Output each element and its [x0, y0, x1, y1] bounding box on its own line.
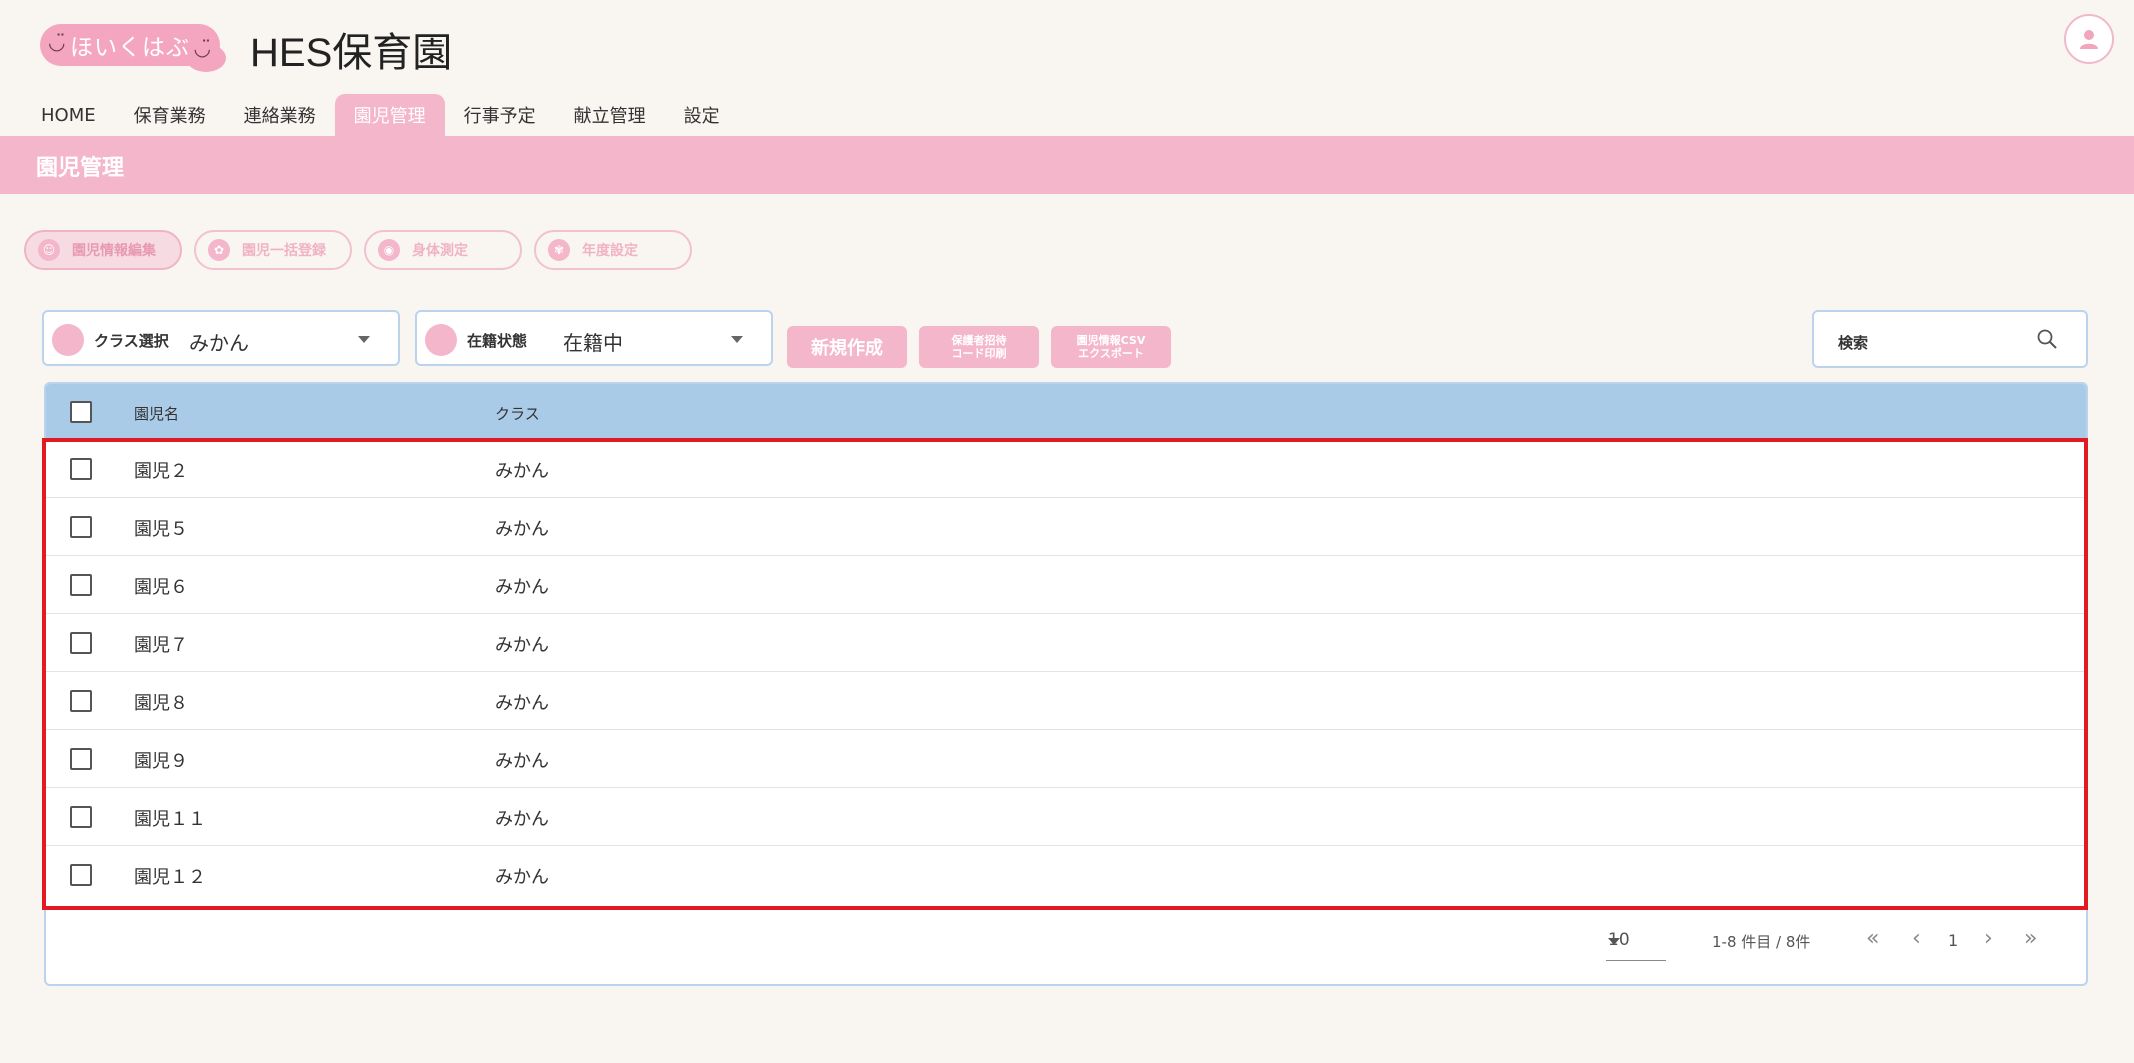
class-cell: みかん [495, 635, 549, 656]
row-checkbox[interactable] [70, 516, 92, 538]
rows-per-page-select[interactable]: 10 [1606, 926, 1666, 961]
chevron-down-icon [358, 336, 370, 343]
child-name-cell[interactable]: 園児１２ [134, 863, 206, 889]
row-checkbox[interactable] [70, 690, 92, 712]
table-header: 園児名 クラス [46, 384, 2086, 440]
child-name-cell[interactable]: 園児１１ [134, 805, 206, 831]
class-cell: みかん [495, 751, 549, 772]
search-field[interactable]: 検索 [1812, 310, 2088, 368]
table-row[interactable]: 園児７ みかん [46, 614, 2086, 672]
prev-page-icon[interactable]: ‹ [1912, 926, 1921, 951]
child-name-cell[interactable]: 園児５ [134, 515, 188, 541]
status-select-value: 在籍中 [563, 331, 623, 355]
enrollment-status-select[interactable]: 在籍状態 在籍中 [415, 310, 773, 366]
child-name-cell[interactable]: 園児７ [134, 631, 188, 657]
class-cell: みかん [495, 577, 549, 598]
page-title-bar: 園児管理 [0, 136, 2134, 194]
logo-text: ほいくはぶ [70, 35, 190, 61]
smile-icon: ◡̈ [193, 36, 212, 60]
subtab-year-settings[interactable]: ✾ 年度設定 [534, 230, 692, 270]
app-header: ◡̈ ほいくはぶ ◡̈ HES保育園 [0, 0, 2134, 96]
tab-menu[interactable]: 献立管理 [555, 94, 665, 136]
tab-contact[interactable]: 連絡業務 [225, 94, 335, 136]
row-checkbox[interactable] [70, 864, 92, 886]
group-icon: ✿ [208, 239, 230, 261]
site-title: HES保育園 [250, 31, 453, 75]
page-title: 園児管理 [36, 156, 125, 181]
class-cell: みかん [495, 693, 549, 714]
search-icon [2037, 329, 2057, 349]
select-all-checkbox[interactable] [70, 401, 92, 423]
column-header-name: 園児名 [134, 405, 180, 423]
child-name-cell[interactable]: 園児２ [134, 457, 188, 483]
child-name-cell[interactable]: 園児９ [134, 747, 188, 773]
table-row[interactable]: 園児２ みかん [46, 440, 2086, 498]
logo[interactable]: ◡̈ ほいくはぶ ◡̈ [40, 24, 226, 72]
tab-child-management[interactable]: 園児管理 [334, 94, 445, 136]
subtab-body-measurement[interactable]: ◉ 身体測定 [364, 230, 522, 270]
subtab-label: 身体測定 [412, 243, 468, 259]
current-page: 1 [1948, 931, 1959, 950]
class-cell: みかん [495, 867, 549, 888]
child-face-icon: ☺ [38, 239, 60, 261]
tab-settings[interactable]: 設定 [665, 94, 739, 136]
status-icon [425, 324, 457, 356]
user-menu-button[interactable] [2064, 14, 2114, 64]
button-label-line: 保護者招待 [951, 334, 1007, 347]
table-row[interactable]: 園児１２ みかん [46, 846, 2086, 904]
new-create-button[interactable]: 新規作成 [787, 326, 907, 368]
table-row[interactable]: 園児９ みかん [46, 730, 2086, 788]
tab-events[interactable]: 行事予定 [445, 94, 555, 136]
column-header-class: クラス [495, 405, 540, 423]
subtab-child-info-edit[interactable]: ☺ 園児情報編集 [24, 230, 182, 270]
last-page-icon[interactable]: » [2024, 926, 2037, 951]
row-checkbox[interactable] [70, 632, 92, 654]
main-nav: HOME 保育業務 連絡業務 園児管理 行事予定 献立管理 設定 [22, 94, 739, 136]
print-invite-code-button[interactable]: 保護者招待 コード印刷 [919, 326, 1039, 368]
subtab-bulk-register[interactable]: ✿ 園児一括登録 [194, 230, 352, 270]
button-label-line: 園児情報CSV [1076, 334, 1146, 347]
class-select-label: クラス選択 [94, 332, 169, 350]
tab-home[interactable]: HOME [22, 94, 115, 136]
chevron-down-icon [731, 336, 743, 343]
sub-tabs: ☺ 園児情報編集 ✿ 園児一括登録 ◉ 身体測定 ✾ 年度設定 [24, 230, 692, 270]
class-select-value: みかん [189, 331, 249, 355]
button-label-line: コード印刷 [951, 347, 1007, 360]
pagination-range: 1-8 件目 / 8件 [1712, 933, 1811, 951]
table-row[interactable]: 園児８ みかん [46, 672, 2086, 730]
subtab-label: 園児一括登録 [242, 243, 326, 259]
class-cell: みかん [495, 461, 549, 482]
first-page-icon[interactable]: « [1866, 926, 1879, 951]
chevron-down-icon [1608, 938, 1620, 945]
child-name-cell[interactable]: 園児８ [134, 689, 188, 715]
table-body: 園児２ みかん 園児５ みかん 園児６ みかん 園児７ みかん 園児８ みかん … [46, 440, 2086, 904]
csv-export-button[interactable]: 園児情報CSV エクスポート [1051, 326, 1171, 368]
subtab-label: 園児情報編集 [72, 243, 156, 259]
class-icon [52, 324, 84, 356]
table-row[interactable]: 園児６ みかん [46, 556, 2086, 614]
user-icon [2080, 30, 2098, 49]
class-cell: みかん [495, 519, 549, 540]
subtab-label: 年度設定 [582, 243, 638, 259]
row-checkbox[interactable] [70, 748, 92, 770]
class-cell: みかん [495, 809, 549, 830]
table-row[interactable]: 園児１１ みかん [46, 788, 2086, 846]
tab-childcare[interactable]: 保育業務 [115, 94, 225, 136]
row-checkbox[interactable] [70, 458, 92, 480]
search-label: 検索 [1838, 334, 1869, 352]
next-page-icon[interactable]: › [1984, 926, 1993, 951]
smile-icon: ◡̈ [48, 30, 67, 54]
row-checkbox[interactable] [70, 574, 92, 596]
button-label-line: エクスポート [1078, 347, 1144, 360]
row-checkbox[interactable] [70, 806, 92, 828]
table-row[interactable]: 園児５ みかん [46, 498, 2086, 556]
flower-icon: ✾ [548, 239, 570, 261]
child-name-cell[interactable]: 園児６ [134, 573, 188, 599]
child-table: 園児名 クラス 園児２ みかん 園児５ みかん 園児６ みかん 園児７ みかん … [44, 382, 2088, 986]
status-select-label: 在籍状態 [467, 332, 528, 350]
measure-icon: ◉ [378, 239, 400, 261]
class-select[interactable]: クラス選択 みかん [42, 310, 400, 366]
